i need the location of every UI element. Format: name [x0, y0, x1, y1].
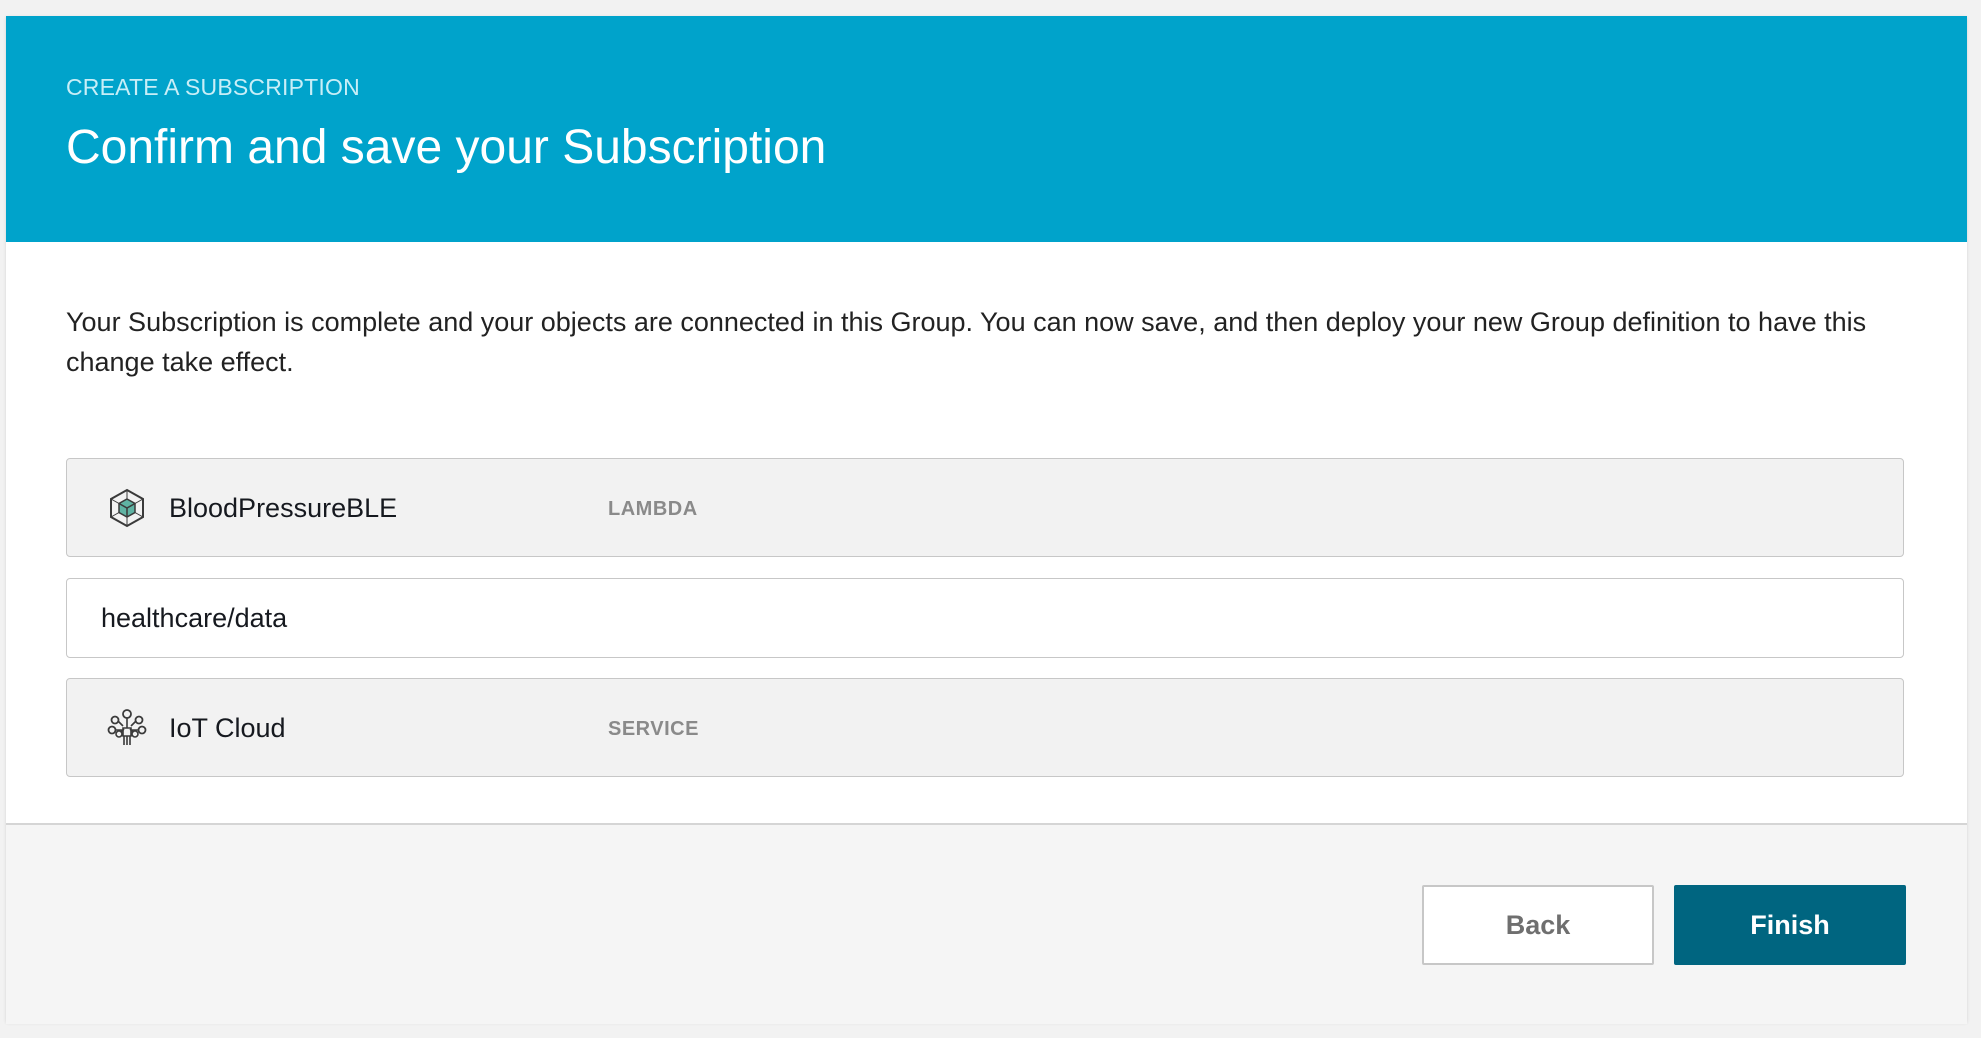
target-name: IoT Cloud	[169, 713, 286, 743]
header-banner: CREATE A SUBSCRIPTION Confirm and save y…	[6, 16, 1967, 242]
finish-button[interactable]: Finish	[1674, 885, 1906, 965]
target-type-badge: SERVICE	[608, 718, 699, 740]
source-name: BloodPressureBLE	[169, 493, 398, 523]
description-text: Your Subscription is complete and your o…	[66, 307, 1867, 377]
source-row: BloodPressureBLE LAMBDA	[66, 458, 1904, 557]
wizard-step-label: CREATE A SUBSCRIPTION	[66, 74, 360, 100]
topic-filter-value: healthcare/data	[101, 603, 288, 633]
topic-row: healthcare/data	[66, 578, 1904, 658]
content-body: Your Subscription is complete and your o…	[6, 242, 1967, 839]
back-button[interactable]: Back	[1422, 885, 1654, 965]
wizard-footer: Back Finish	[6, 823, 1967, 1024]
target-row: IoT Cloud SERVICE	[66, 678, 1904, 777]
lambda-cube-icon	[107, 488, 147, 528]
iot-cloud-icon	[107, 708, 147, 748]
subscription-card: CREATE A SUBSCRIPTION Confirm and save y…	[6, 16, 1967, 1024]
source-type-badge: LAMBDA	[608, 498, 698, 520]
page-title: Confirm and save your Subscription	[66, 121, 827, 174]
